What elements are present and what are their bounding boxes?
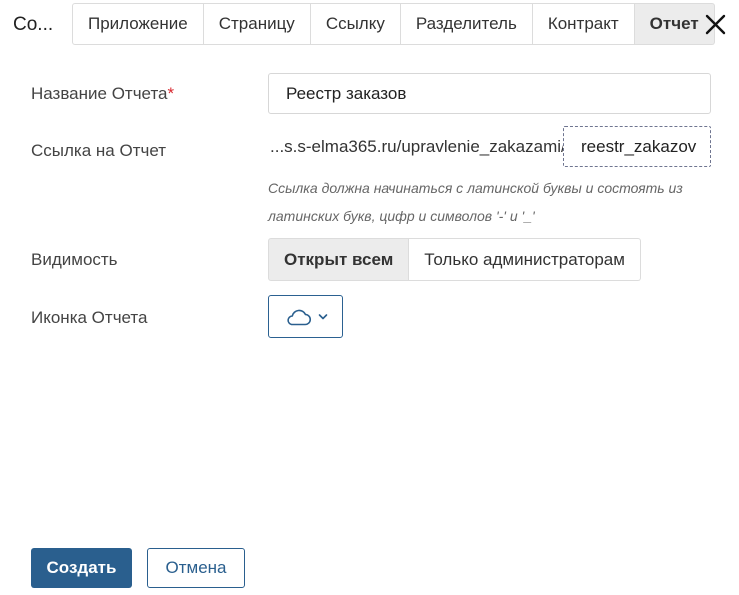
report-name-label-text: Название Отчета: [31, 84, 168, 103]
tab-contract[interactable]: Контракт: [532, 3, 635, 45]
visibility-option-all[interactable]: Открыт всем: [268, 238, 410, 281]
close-button[interactable]: [703, 10, 729, 38]
visibility-toggle: Открыт всем Только администраторам: [268, 238, 641, 281]
report-name-label: Название Отчета*: [31, 84, 174, 104]
tab-bar: Приложение Страницу Ссылку Разделитель К…: [72, 3, 715, 45]
report-icon-label: Иконка Отчета: [31, 308, 148, 327]
report-link-hint: Ссылка должна начинаться с латинской бук…: [268, 180, 683, 224]
report-link-prefix: ...s.s-elma365.ru/upravlenie_zakazami/: [270, 137, 566, 156]
close-icon: [705, 14, 726, 35]
chevron-down-icon: [318, 313, 327, 319]
report-link-input[interactable]: [563, 126, 711, 167]
dialog-title: Со...: [13, 14, 54, 35]
visibility-label: Видимость: [31, 250, 118, 269]
report-link-label: Ссылка на Отчет: [31, 141, 167, 160]
create-button[interactable]: Создать: [31, 548, 132, 588]
required-mark: *: [167, 84, 175, 103]
cancel-button[interactable]: Отмена: [147, 548, 245, 588]
visibility-option-admins[interactable]: Только администраторам: [409, 238, 641, 281]
tab-page[interactable]: Страницу: [203, 3, 311, 45]
report-icon-select[interactable]: [268, 295, 343, 338]
tab-separator[interactable]: Разделитель: [400, 3, 533, 45]
tab-application[interactable]: Приложение: [72, 3, 204, 45]
cloud-icon: [286, 309, 311, 325]
tab-link[interactable]: Ссылку: [310, 3, 401, 45]
report-name-input[interactable]: [268, 73, 711, 114]
